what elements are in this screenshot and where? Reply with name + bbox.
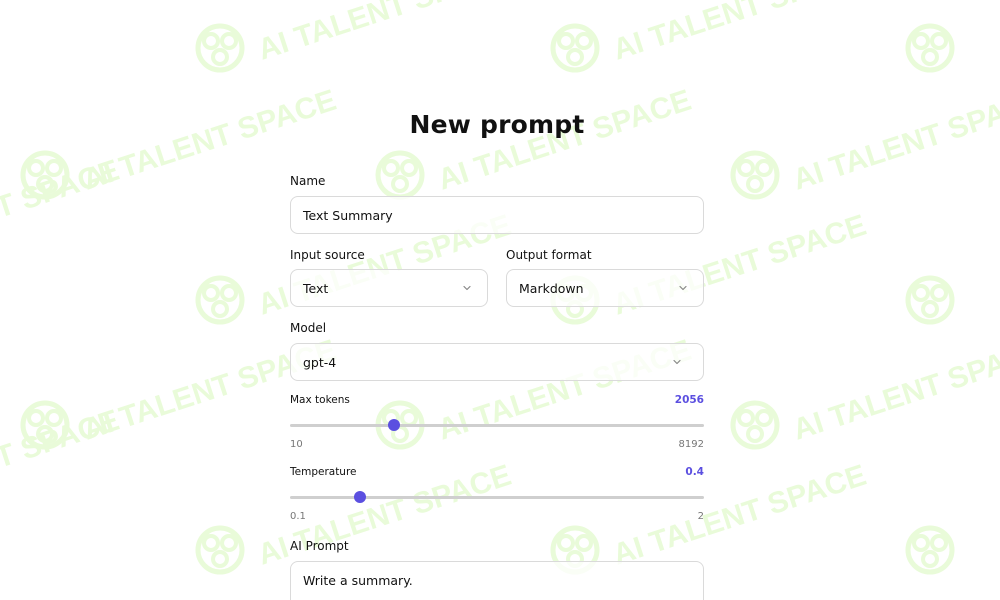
ai-prompt-label: AI Prompt (290, 539, 349, 553)
ai-prompt-value: Write a summary. (303, 573, 413, 588)
svg-text:AI TALENT SPACE: AI TALENT SPACE (609, 0, 870, 67)
svg-text:AI TALENT SPACE: AI TALENT SPACE (0, 404, 123, 517)
svg-text:AI TALENT SPACE: AI TALENT SPACE (789, 334, 1000, 447)
watermark-layer: AI TALENT SPACE AI TALENT SPACE AI TALEN… (0, 0, 1000, 600)
svg-text:AI TALENT SPACE: AI TALENT SPACE (609, 459, 870, 572)
max-tokens-slider[interactable] (290, 418, 704, 432)
page-title: New prompt (409, 110, 585, 139)
input-source-value: Text (303, 280, 329, 296)
chevron-down-icon (679, 285, 687, 291)
max-tokens-min: 10 (290, 439, 303, 450)
svg-text:AI TALENT SPACE: AI TALENT SPACE (434, 84, 695, 197)
model-select[interactable]: gpt-4 (290, 343, 704, 381)
model-label: Model (290, 321, 327, 335)
temperature-slider[interactable] (290, 490, 704, 504)
svg-text:AI TALENT SPACE: AI TALENT SPACE (0, 0, 223, 17)
max-tokens-track[interactable] (290, 424, 704, 427)
name-label: Name (290, 174, 326, 188)
temperature-min: 0.1 (290, 511, 306, 522)
ai-prompt-textarea[interactable]: Write a summary. (290, 561, 704, 600)
svg-text:AI TALENT SPACE: AI TALENT SPACE (789, 84, 1000, 197)
max-tokens-value: 2056 (674, 394, 704, 406)
watermark-tiles: AI TALENT SPACE AI TALENT SPACE AI TALEN… (0, 0, 1000, 572)
max-tokens-thumb[interactable] (387, 419, 400, 431)
temperature-value: 0.4 (685, 466, 704, 478)
output-format-select[interactable]: Markdown (506, 269, 704, 307)
temperature-thumb[interactable] (353, 491, 366, 503)
name-input[interactable]: Text Summary (290, 196, 704, 234)
max-tokens-label: Max tokens (290, 394, 350, 406)
temperature-label: Temperature (290, 466, 357, 478)
temperature-max: 2 (697, 511, 704, 522)
model-value: gpt-4 (303, 354, 337, 370)
new-prompt-page: AI TALENT SPACE AI TALENT SPACE AI TALEN… (0, 0, 1000, 600)
max-tokens-max: 8192 (678, 439, 704, 450)
chevron-down-icon (673, 359, 681, 365)
input-source-select[interactable]: Text (290, 269, 488, 307)
temperature-track[interactable] (290, 496, 704, 499)
output-format-value: Markdown (519, 280, 584, 296)
name-input-value: Text Summary (303, 207, 393, 223)
svg-text:AI TALENT SPACE: AI TALENT SPACE (254, 0, 515, 67)
output-format-label: Output format (506, 248, 592, 262)
chevron-down-icon (463, 285, 471, 291)
input-source-label: Input source (290, 248, 365, 262)
svg-text:AI TALENT SPACE: AI TALENT SPACE (0, 154, 123, 267)
